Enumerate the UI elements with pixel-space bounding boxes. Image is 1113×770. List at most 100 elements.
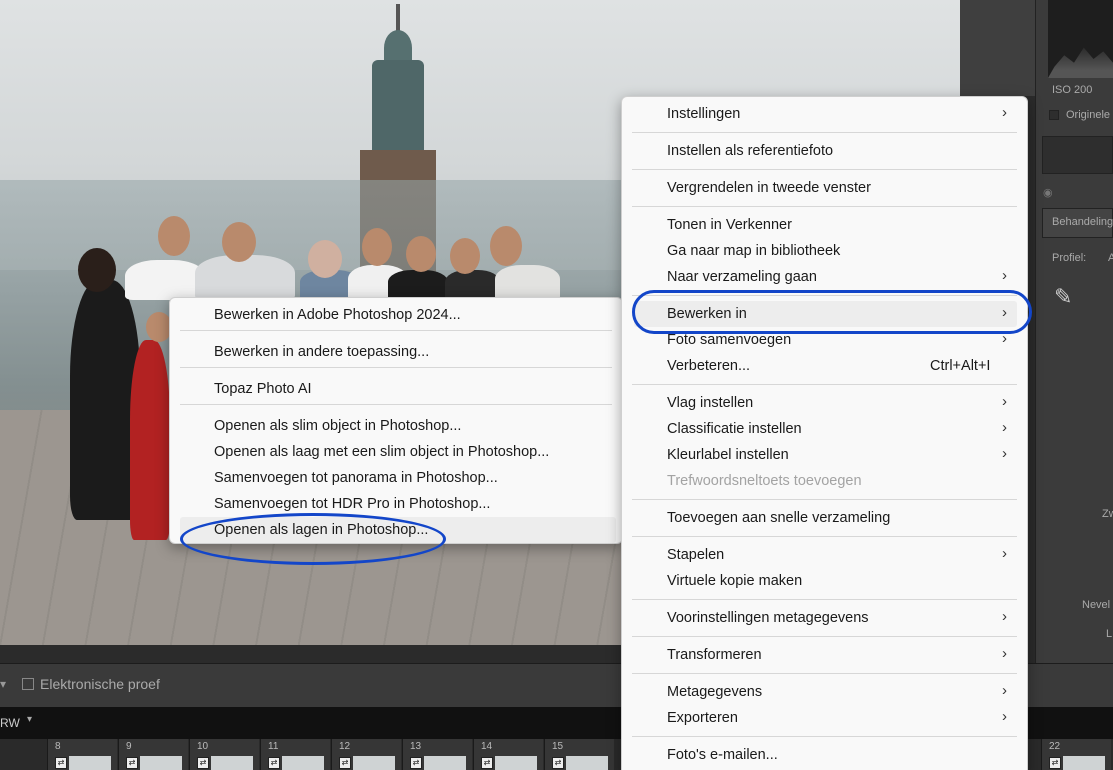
context-menu-item[interactable]: Foto's e-mailen... [622,742,1027,768]
chevron-down-icon[interactable]: ▾ [27,714,32,725]
menu-item-label: Instellingen [667,106,741,122]
context-menu-item[interactable]: Kleurlabel instellen › [622,442,1027,468]
filmstrip-number: 13 [410,741,422,752]
context-menu: Instellingen › Instellen als referentiefot… [621,96,1028,770]
submenu-item[interactable]: Samenvoegen tot panorama in Photoshop... [170,465,622,491]
submenu-item[interactable]: Samenvoegen tot HDR Pro in Photoshop... [170,491,622,517]
context-menu-item[interactable]: Instellingen › [622,101,1027,127]
chevron-right-icon: › [1002,608,1007,625]
profile-value[interactable]: A [1108,252,1113,264]
menu-item-label: Naar verzameling gaan [667,269,817,285]
soft-proof-label: Elektronische proef [40,676,160,692]
person-head [450,238,480,274]
menu-separator [180,404,612,405]
format-label: RW [0,716,20,730]
chevron-right-icon: › [1002,104,1007,121]
menu-item-label: Toevoegen aan snelle verzameling [667,510,891,526]
person [445,270,500,300]
submenu-item-label: Openen als slim object in Photoshop... [214,418,462,434]
filmstrip-thumbnail[interactable] [282,756,324,770]
annotation-circle-edit-in [632,290,1032,334]
menu-item-label: Voorinstellingen metagegevens [667,610,869,626]
panel-header-box [1042,136,1113,174]
context-menu-item[interactable]: Vlag instellen › [622,390,1027,416]
chevron-right-icon: › [1002,445,1007,462]
submenu-item[interactable]: Topaz Photo AI [170,376,622,402]
menu-separator [632,599,1017,600]
edit-in-submenu: Bewerken in Adobe Photoshop 2024... Bewer… [169,297,623,544]
filmstrip-thumbnail[interactable] [566,756,608,770]
context-menu-item[interactable]: Ga naar map in bibliotheek [622,238,1027,264]
menu-item-label: Metagegevens [667,684,763,700]
menu-separator [632,499,1017,500]
context-menu-item[interactable]: Toevoegen aan snelle verzameling [622,505,1027,531]
submenu-item[interactable]: Openen als laag met een slim object in P… [170,439,622,465]
chevron-right-icon: › [1002,393,1007,410]
filmstrip-thumbnail[interactable] [69,756,111,770]
person-head [406,236,436,272]
context-menu-item[interactable]: Exporteren › [622,705,1027,731]
filmstrip-number: 10 [197,741,209,752]
treatment-label: Behandeling [1052,216,1113,228]
menu-separator [180,367,612,368]
eye-icon[interactable]: ◉ [1043,186,1053,199]
filmstrip-number: 12 [339,741,351,752]
annotation-circle-open-as-layers [180,513,446,565]
menu-separator [632,132,1017,133]
context-menu-item[interactable]: Classificatie instellen › [622,416,1027,442]
menu-shortcut: Ctrl+Alt+I [930,358,991,374]
filmstrip-number: 15 [552,741,564,752]
chevron-right-icon: › [1002,645,1007,662]
menu-separator [180,330,612,331]
menu-separator [632,169,1017,170]
filmstrip-thumbnail[interactable] [495,756,537,770]
context-menu-item[interactable]: Naar verzameling gaan › [622,264,1027,290]
person-head [490,226,522,266]
filmstrip-thumbnail[interactable] [211,756,253,770]
context-menu-item[interactable]: Transformeren › [622,642,1027,668]
person-head [158,216,190,256]
chevron-right-icon: › [1002,419,1007,436]
submenu-item-label: Bewerken in andere toepassing... [214,344,430,360]
chevron-right-icon: › [1002,267,1007,284]
eyedropper-icon[interactable]: ✎ [1054,284,1072,310]
filmstrip-thumbnail[interactable] [140,756,182,770]
submenu-item[interactable]: Openen als slim object in Photoshop... [170,413,622,439]
filmstrip-number: 8 [55,741,61,752]
menu-item-label: Instellen als referentiefoto [667,143,834,159]
person-head [78,248,116,292]
context-menu-item[interactable]: Virtuele kopie maken [622,568,1027,594]
soft-proof-checkbox[interactable] [22,678,34,690]
menu-item-label: Exporteren [667,710,738,726]
chevron-down-icon[interactable]: ▾ [0,677,6,691]
submenu-item-label: Bewerken in Adobe Photoshop 2024... [214,307,461,323]
original-checkbox[interactable] [1049,110,1059,120]
menu-separator [632,673,1017,674]
edited-badge-icon: ⇄ [1049,757,1061,769]
filmstrip-thumbnail[interactable] [1063,756,1105,770]
context-menu-item[interactable]: Voorinstellingen metagegevens › [622,605,1027,631]
submenu-item[interactable]: Bewerken in andere toepassing... [170,339,622,365]
context-menu-item[interactable]: Stapelen › [622,542,1027,568]
edited-badge-icon: ⇄ [268,757,280,769]
submenu-item-label: Samenvoegen tot HDR Pro in Photoshop... [214,496,491,512]
l-label: L [1106,628,1113,640]
filmstrip-thumbnail[interactable] [353,756,395,770]
context-menu-item[interactable]: Verbeteren... Ctrl+Alt+I [622,353,1027,379]
person [388,270,448,300]
context-menu-item[interactable]: Tonen in Verkenner [622,212,1027,238]
menu-item-label: Vlag instellen [667,395,754,411]
context-menu-item[interactable]: Vergrendelen in tweede venster [622,175,1027,201]
chevron-right-icon: › [1002,545,1007,562]
context-menu-item[interactable]: Metagegevens › [622,679,1027,705]
submenu-item[interactable]: Bewerken in Adobe Photoshop 2024... [170,302,622,328]
person [495,265,560,300]
submenu-item-label: Samenvoegen tot panorama in Photoshop... [214,470,498,486]
edited-badge-icon: ⇄ [55,757,67,769]
edited-badge-icon: ⇄ [339,757,351,769]
context-menu-item[interactable]: Instellen als referentiefoto [622,138,1027,164]
panel-gap [960,0,1035,96]
filmstrip-thumbnail[interactable] [424,756,466,770]
menu-separator [632,206,1017,207]
menu-item-label: Verbeteren... [667,358,751,374]
